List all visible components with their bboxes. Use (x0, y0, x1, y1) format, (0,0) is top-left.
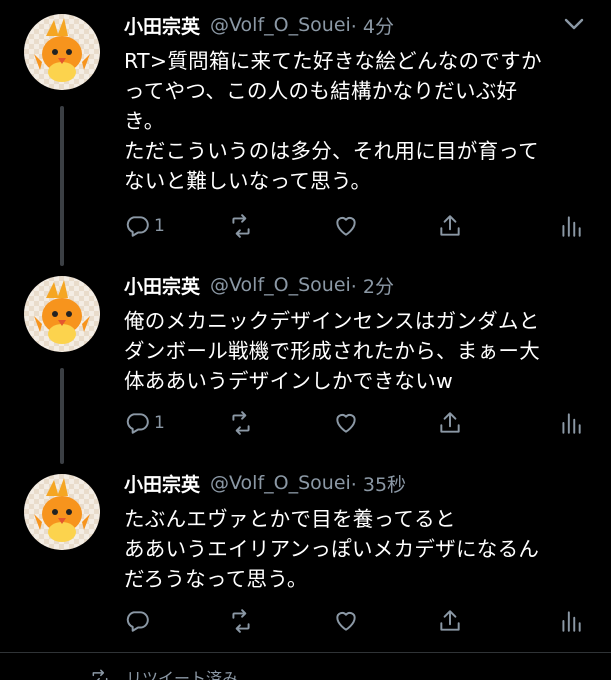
tweet-text: たぶんエヴァとかで目を養ってると ああいうエイリアンっぽいメカデザになるん だろ… (124, 507, 540, 591)
tweet[interactable]: 小田宗英 @Volf_O_Souei · 35秒 たぶんエヴァとかで目を養ってる… (0, 0, 611, 650)
like-icon (336, 611, 356, 631)
next-tweet-header: リツイート済み (0, 652, 611, 680)
display-name[interactable]: 小田宗英 (124, 470, 200, 497)
share-button[interactable] (437, 608, 463, 634)
tweet-time[interactable]: · 35秒 (351, 470, 406, 497)
reply-button[interactable] (124, 608, 154, 634)
share-icon (440, 610, 460, 631)
analytics-button[interactable] (558, 608, 584, 634)
retweet-button[interactable] (228, 608, 254, 634)
avatar[interactable] (24, 474, 100, 550)
user-handle[interactable]: @Volf_O_Souei (210, 472, 351, 494)
retweet-icon (92, 669, 108, 680)
retweeted-label: リツイート済み (126, 669, 239, 680)
retweeted-indicator: リツイート済み (90, 665, 238, 680)
retweet-icon (232, 609, 250, 633)
like-button[interactable] (333, 608, 359, 634)
reply-icon (126, 611, 149, 632)
chick-avatar-icon (34, 478, 90, 542)
tweet-actions (0, 604, 611, 638)
tweet-header: 小田宗英 @Volf_O_Souei · 35秒 (124, 468, 591, 498)
analytics-icon (562, 611, 581, 632)
